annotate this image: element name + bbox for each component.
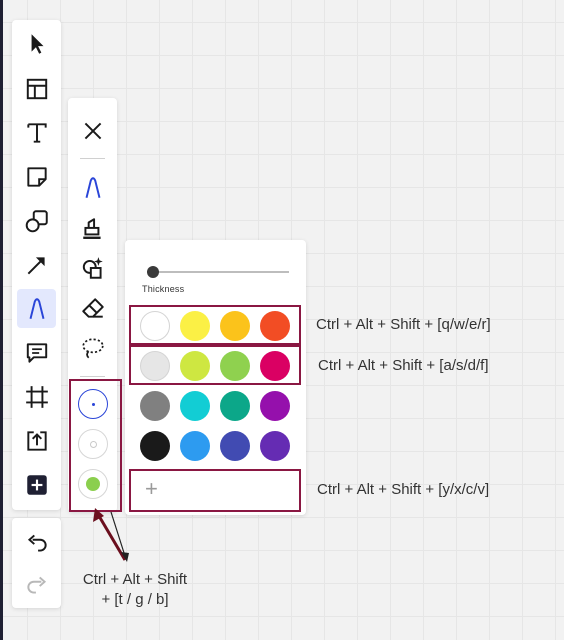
pen-button[interactable] bbox=[73, 168, 112, 207]
arrow-line-red bbox=[97, 515, 127, 561]
highlight-size-box bbox=[69, 379, 122, 512]
redo-button[interactable] bbox=[17, 565, 56, 604]
arrow-line-black bbox=[110, 511, 126, 557]
plus-square-icon bbox=[26, 474, 47, 495]
shortcut-custom-label: Ctrl + Alt + Shift + [y/x/c/v] bbox=[317, 481, 490, 498]
template-tool-button[interactable] bbox=[17, 69, 56, 108]
main-toolbar bbox=[12, 20, 61, 510]
undo-icon bbox=[27, 534, 47, 552]
thickness-slider-handle[interactable] bbox=[147, 266, 159, 278]
color-swatch[interactable] bbox=[140, 431, 170, 461]
pen-icon bbox=[85, 176, 100, 198]
highlight-row2-box bbox=[129, 345, 301, 385]
color-swatch[interactable] bbox=[260, 391, 290, 421]
frame-tool-button[interactable] bbox=[17, 377, 56, 416]
more-apps-button[interactable] bbox=[17, 465, 56, 504]
diagonal-arrow-icon bbox=[27, 256, 45, 274]
text-T-icon bbox=[26, 122, 47, 143]
comment-icon bbox=[26, 342, 47, 363]
sticky-note-tool-button[interactable] bbox=[17, 157, 56, 196]
thickness-label: Thickness bbox=[142, 284, 185, 294]
frame-icon bbox=[25, 385, 48, 408]
upload-tool-button[interactable] bbox=[17, 421, 56, 460]
pen-tool-button[interactable] bbox=[17, 289, 56, 328]
shortcut-size-label-line2: + [t / g / b] bbox=[101, 591, 169, 608]
upload-icon bbox=[26, 430, 47, 451]
select-tool-button[interactable] bbox=[17, 24, 56, 63]
comment-tool-button[interactable] bbox=[17, 333, 56, 372]
highlighter-button[interactable] bbox=[73, 209, 112, 248]
connector-tool-button[interactable] bbox=[17, 245, 56, 284]
close-icon bbox=[84, 122, 101, 139]
color-swatch[interactable] bbox=[260, 431, 290, 461]
canvas-edge-strip bbox=[0, 0, 3, 640]
color-swatch[interactable] bbox=[180, 431, 210, 461]
shortcut-row2-label: Ctrl + Alt + Shift + [a/s/d/f] bbox=[318, 357, 489, 374]
color-swatch[interactable] bbox=[180, 391, 210, 421]
pen-icon bbox=[29, 297, 44, 319]
lasso-button[interactable] bbox=[73, 328, 112, 367]
layout-icon bbox=[26, 78, 47, 99]
highlight-custom-box bbox=[129, 469, 301, 512]
cursor-arrow-icon bbox=[31, 33, 43, 54]
pen-toolbar-divider bbox=[80, 376, 105, 377]
shapes-icon bbox=[25, 209, 48, 232]
highlighter-icon bbox=[82, 217, 101, 239]
eraser-button[interactable] bbox=[73, 288, 112, 327]
close-pen-toolbar-button[interactable] bbox=[73, 111, 112, 150]
sticky-note-icon bbox=[26, 166, 47, 187]
arrow-head-black bbox=[121, 552, 129, 562]
shortcut-row1-label: Ctrl + Alt + Shift + [q/w/e/r] bbox=[316, 316, 491, 333]
color-swatch[interactable] bbox=[220, 431, 250, 461]
history-toolbar bbox=[12, 518, 61, 608]
smart-drawing-button[interactable] bbox=[73, 248, 112, 287]
highlight-row1-box bbox=[129, 305, 301, 345]
thickness-slider-track[interactable] bbox=[153, 271, 289, 273]
smart-drawing-icon bbox=[82, 256, 103, 279]
pen-toolbar-divider bbox=[80, 158, 105, 159]
text-tool-button[interactable] bbox=[17, 113, 56, 152]
color-swatch[interactable] bbox=[140, 391, 170, 421]
shapes-tool-button[interactable] bbox=[17, 201, 56, 240]
color-swatch[interactable] bbox=[220, 391, 250, 421]
lasso-icon bbox=[81, 337, 104, 358]
eraser-icon bbox=[81, 297, 104, 318]
redo-icon bbox=[26, 576, 46, 594]
shortcut-size-label-line1: Ctrl + Alt + Shift bbox=[82, 571, 188, 588]
undo-button[interactable] bbox=[17, 523, 56, 562]
